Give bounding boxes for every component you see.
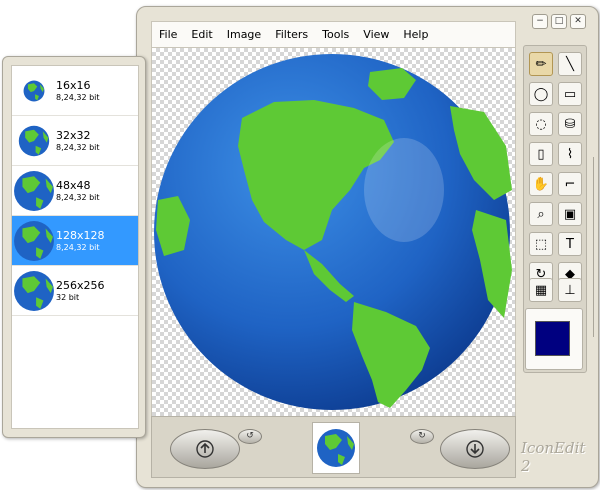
globe-icon [154, 54, 512, 410]
bit-depth-label: 8,24,32 bit [56, 242, 100, 252]
menu-file[interactable]: File [152, 28, 184, 41]
size-label: 16x16 [56, 78, 91, 92]
upload-icon [196, 440, 214, 458]
size-label: 48x48 [56, 178, 91, 192]
selection-tool-icon[interactable]: ⬚ [529, 232, 553, 256]
globe-icon [317, 429, 355, 467]
text-tool-icon[interactable]: T [558, 232, 582, 256]
bit-depth-label: 8,24,32 bit [56, 92, 100, 102]
globe-icon [12, 270, 56, 312]
brush-tool-icon[interactable]: ⌐ [558, 172, 582, 196]
icon-size-panel: 16x16 8,24,32 bit 32x32 8,24,32 bit 48x48 8,2… [2, 56, 146, 438]
main-window: − □ ✕ File Edit Image Filters Tools View… [136, 6, 599, 488]
maximize-icon[interactable]: □ [551, 14, 567, 29]
color-picker[interactable] [525, 308, 583, 370]
eyedropper-tool-icon[interactable]: ⌇ [558, 142, 582, 166]
rounded-rect-tool-icon[interactable]: ▭ [558, 82, 582, 106]
fill-bucket-tool-icon[interactable]: ⛁ [558, 112, 582, 136]
menu-edit[interactable]: Edit [184, 28, 219, 41]
menu-image[interactable]: Image [220, 28, 268, 41]
size-list-item[interactable]: 32x32 8,24,32 bit [12, 116, 138, 166]
ruler-tool-icon[interactable]: ⊥ [558, 278, 582, 302]
menu-help[interactable]: Help [396, 28, 435, 41]
size-list-item[interactable]: 256x256 32 bit [12, 266, 138, 316]
window-controls: − □ ✕ [532, 14, 586, 29]
bit-depth-label: 8,24,32 bit [56, 192, 100, 202]
app-logo: IconEdit 2 [521, 439, 586, 475]
bit-depth-label: 8,24,32 bit [56, 142, 100, 152]
undo-button[interactable]: ↺ [238, 429, 262, 444]
edit-canvas[interactable] [151, 47, 516, 417]
bit-depth-label: 32 bit [56, 292, 80, 302]
download-icon [466, 440, 484, 458]
menu-view[interactable]: View [356, 28, 396, 41]
size-label: 128x128 [56, 228, 105, 242]
size-label: 32x32 [56, 128, 91, 142]
globe-icon [12, 80, 56, 102]
icon-size-list: 16x16 8,24,32 bit 32x32 8,24,32 bit 48x48 8,2… [11, 65, 139, 429]
globe-icon [12, 170, 56, 212]
menu-filters[interactable]: Filters [268, 28, 315, 41]
spray-tool-icon[interactable]: ▯ [529, 142, 553, 166]
pencil-tool-icon[interactable]: ✏ [529, 52, 553, 76]
preview-thumbnail [312, 422, 360, 474]
bottom-bar: ↺ ↻ [151, 416, 516, 478]
menu-tools[interactable]: Tools [315, 28, 356, 41]
current-color-swatch[interactable] [535, 321, 570, 356]
globe-icon [12, 125, 56, 157]
size-list-item[interactable]: 48x48 8,24,32 bit [12, 166, 138, 216]
window-edge [593, 157, 598, 337]
close-icon[interactable]: ✕ [570, 14, 586, 29]
grid-tool-icon[interactable]: ▦ [529, 278, 553, 302]
ellipse-tool-icon[interactable]: ◯ [529, 82, 553, 106]
size-list-item[interactable]: 16x16 8,24,32 bit [12, 66, 138, 116]
image-tool-icon[interactable]: ▣ [558, 202, 582, 226]
import-button[interactable] [170, 429, 240, 469]
redo-button[interactable]: ↻ [410, 429, 434, 444]
menu-bar: File Edit Image Filters Tools View Help [151, 21, 516, 47]
minimize-icon[interactable]: − [532, 14, 548, 29]
size-label: 256x256 [56, 278, 105, 292]
zoom-tool-icon[interactable]: ⌕ [529, 202, 553, 226]
line-tool-icon[interactable]: ╲ [558, 52, 582, 76]
size-list-item[interactable]: 128x128 8,24,32 bit [12, 216, 138, 266]
lasso-tool-icon[interactable]: ◌ [529, 112, 553, 136]
globe-icon [12, 220, 56, 262]
hand-tool-icon[interactable]: ✋ [529, 172, 553, 196]
export-button[interactable] [440, 429, 510, 469]
